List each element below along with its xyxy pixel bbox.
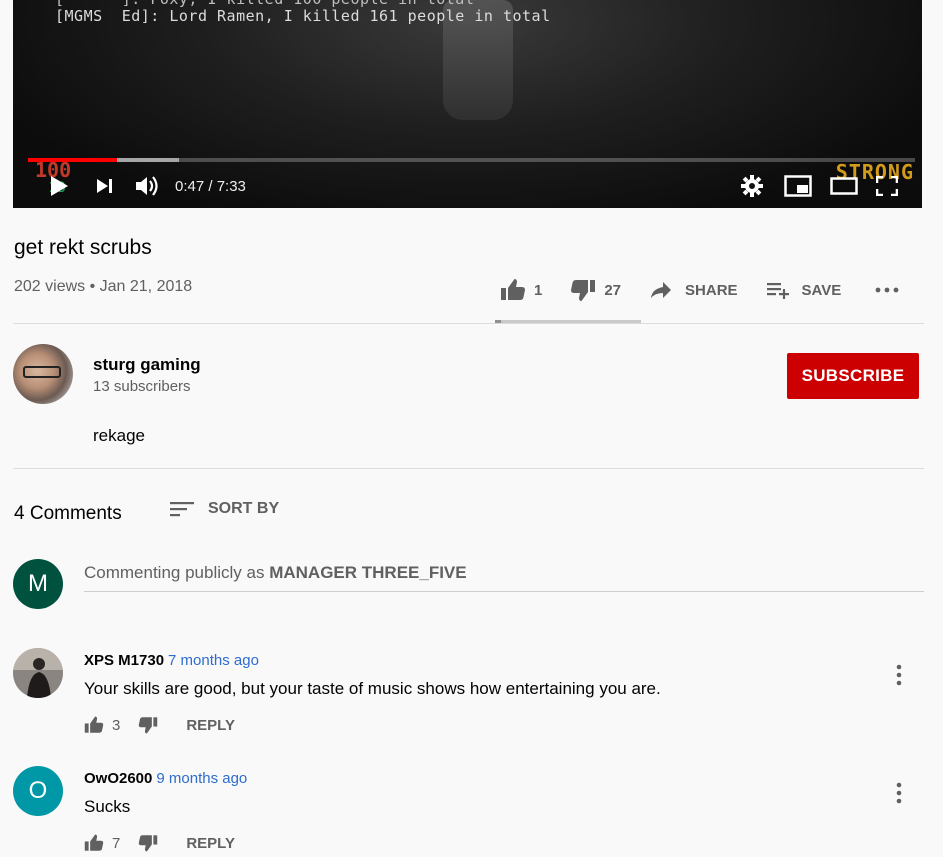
progress-bar[interactable] [28,158,915,162]
thumbs-up-icon [501,279,525,300]
commenter-avatar[interactable] [13,648,63,698]
theater-mode-icon[interactable] [830,168,858,204]
sort-icon [170,502,194,517]
dislike-button[interactable]: 27 [570,279,621,301]
like-count: 1 [534,281,543,299]
settings-gear-icon[interactable] [740,168,764,204]
comment-menu-icon[interactable] [895,664,903,691]
comment-actions: 7 REPLY [84,834,235,852]
sort-by-label: SORT BY [208,500,280,517]
commenting-prefix: Commenting publicly as [84,563,265,582]
like-button[interactable]: 1 [500,279,542,301]
comment-menu-icon[interactable] [895,782,903,809]
game-chat-line: [MGMS Ed]: Lord Ramen, I killed 161 peop… [55,7,551,25]
save-label: SAVE [801,281,842,299]
miniplayer-icon[interactable] [784,168,812,204]
comment-actions: 3 REPLY [84,716,235,734]
volume-icon[interactable] [135,168,161,204]
subscribe-button[interactable]: SUBSCRIBE [787,353,919,399]
comment-author[interactable]: OwO2600 9 months ago [84,770,247,787]
video-player[interactable]: [ ]: Foxy, I killed 100 people in total … [13,0,922,208]
thumbs-up-icon[interactable] [84,834,104,852]
channel-name[interactable]: sturg gaming [93,355,201,375]
sort-by-button[interactable]: SORT BY [170,500,279,518]
next-icon[interactable] [95,168,115,204]
video-title: get rekt scrubs [14,236,152,259]
playlist-add-icon [766,283,789,299]
comment-text: Your skills are good, but your taste of … [84,679,661,698]
share-button[interactable]: SHARE [649,280,738,300]
comment-timestamp[interactable]: 9 months ago [156,770,247,787]
player-controls: 0:47 / 7:33 [13,168,922,204]
reply-button[interactable]: REPLY [186,835,235,852]
subscriber-count: 13 subscribers [93,378,191,395]
time-display: 0:47 / 7:33 [175,177,246,195]
comment-author[interactable]: XPS M1730 7 months ago [84,652,259,669]
comment-author-name: OwO2600 [84,770,153,787]
play-icon[interactable] [47,168,71,204]
thumbs-down-icon[interactable] [138,716,158,734]
fullscreen-icon[interactable] [876,168,898,204]
comment-author-name: XPS M1730 [84,652,165,669]
divider [13,323,924,324]
reply-button[interactable]: REPLY [186,717,235,734]
avatar-glasses [23,366,61,378]
channel-avatar[interactable] [13,344,73,404]
share-icon [651,282,672,298]
save-button[interactable]: SAVE [766,280,842,300]
progress-played [28,158,117,162]
thumbs-down-icon [571,280,596,301]
thumbs-down-icon[interactable] [138,834,158,852]
comment-like-count: 7 [112,834,121,852]
user-avatar: M [13,559,63,609]
more-actions-icon[interactable] [875,287,899,293]
divider [13,468,924,469]
comment-input-underline [84,591,924,592]
commenting-user: MANAGER THREE_FIVE [269,563,467,582]
video-views-date: 202 views • Jan 21, 2018 [14,278,193,295]
dislike-count: 27 [604,281,622,299]
comments-count: 4 Comments [14,503,122,524]
video-description: rekage [93,426,145,445]
comment-timestamp[interactable]: 7 months ago [168,652,259,669]
video-actions: 1 27 SHARE SAVE [500,275,899,305]
commenter-avatar[interactable]: O [13,766,63,816]
share-label: SHARE [685,281,738,299]
thumbs-up-icon[interactable] [84,716,104,734]
comment-like-count: 3 [112,716,121,734]
comment-text: Sucks [84,797,131,816]
comment-input[interactable]: Commenting publicly as MANAGER THREE_FIV… [84,563,467,583]
